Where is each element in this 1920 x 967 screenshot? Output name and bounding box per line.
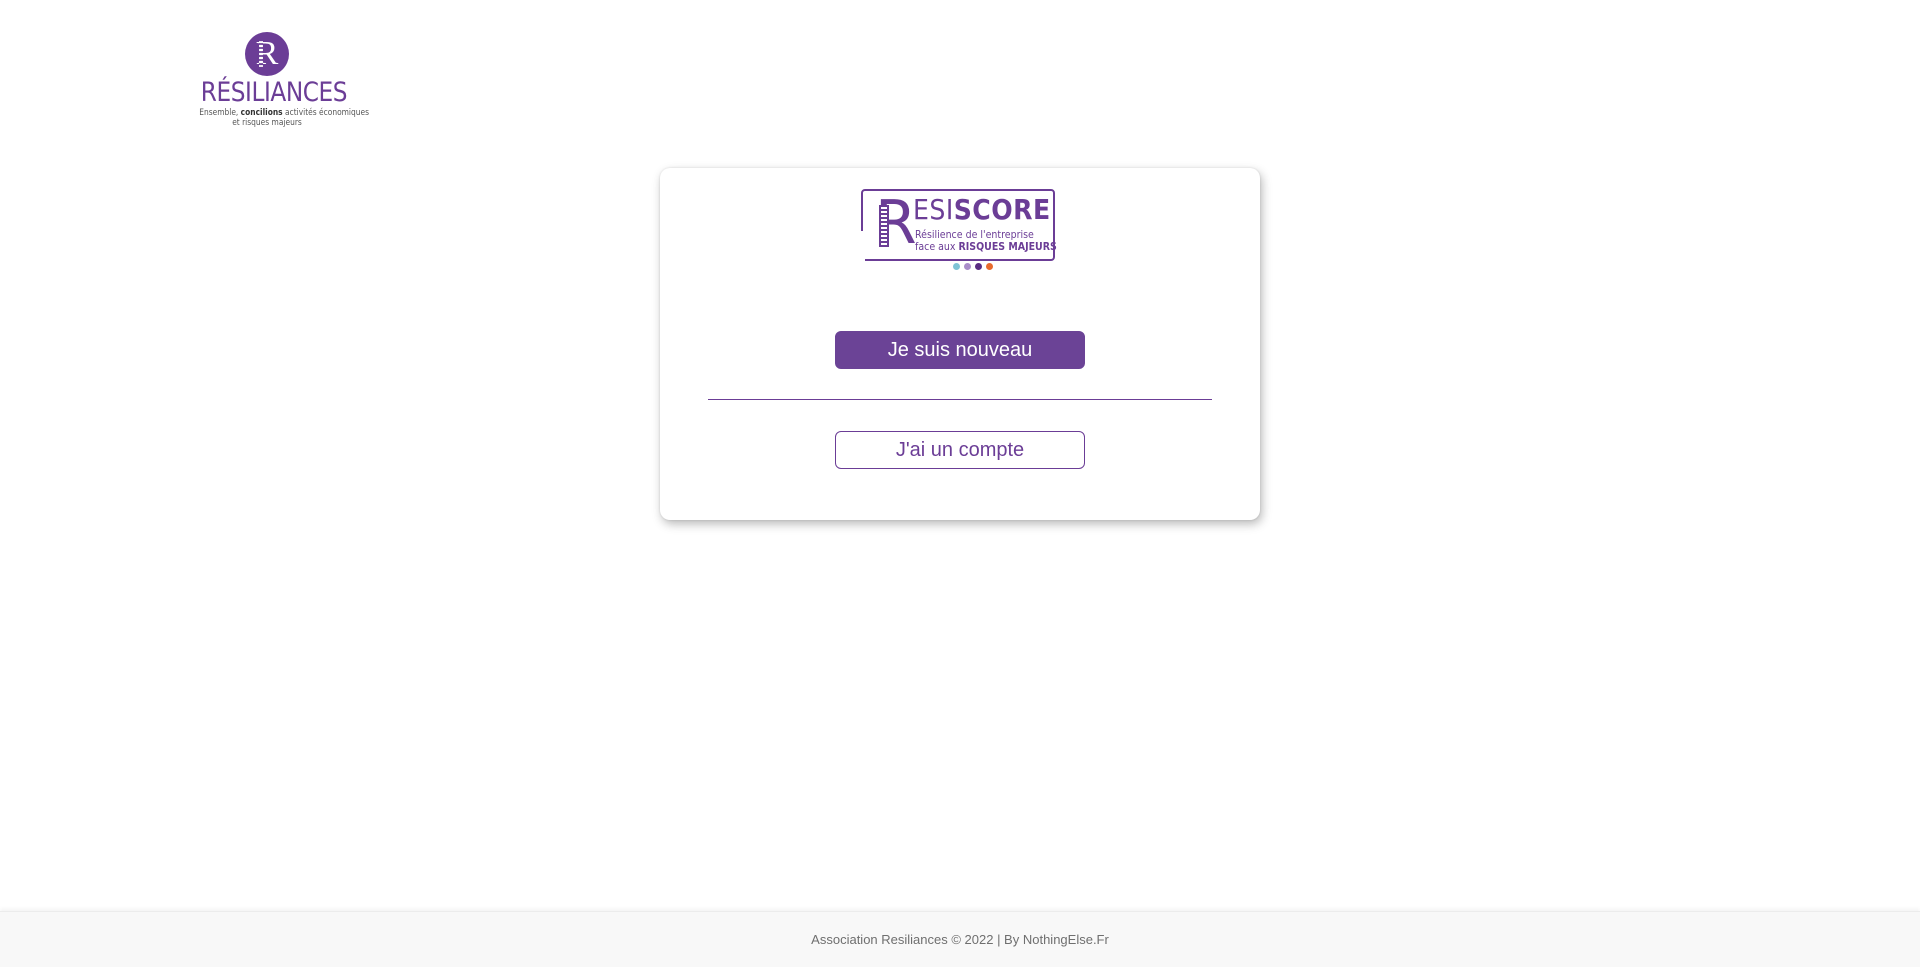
dot-icon xyxy=(953,263,960,270)
login-card: R ESISCORE Résilience de l'entreprise fa… xyxy=(660,168,1260,520)
dot-icon xyxy=(964,263,971,270)
resiliances-logo[interactable]: R RÉSILIANCES Ensemble, concilions activ… xyxy=(190,28,369,132)
resiscore-logo: R ESISCORE Résilience de l'entreprise fa… xyxy=(859,189,1061,271)
footer-text: Association Resiliances © 2022 | By Noth… xyxy=(811,932,1109,947)
resiscore-subtitle-line2: face aux RISQUES MAJEURS xyxy=(915,241,1057,253)
title-light: ESI xyxy=(913,193,954,226)
dot-icon xyxy=(986,263,993,270)
resiliances-wordmark: RÉSILIANCES xyxy=(200,77,348,108)
emblem-letter: R xyxy=(255,35,279,72)
resiliances-tagline: Ensemble, concilions activités économiqu… xyxy=(199,108,369,128)
subtitle-prefix: face aux xyxy=(915,241,959,253)
page: R RÉSILIANCES Ensemble, concilions activ… xyxy=(0,0,1920,967)
new-user-button[interactable]: Je suis nouveau xyxy=(835,331,1085,369)
divider xyxy=(708,399,1212,400)
tagline-part1: Ensemble, xyxy=(199,108,241,118)
resiscore-title: ESISCORE xyxy=(913,195,1051,225)
resiscore-dots xyxy=(953,263,993,270)
have-account-button[interactable]: J'ai un compte xyxy=(835,431,1085,469)
spring-icon xyxy=(879,205,889,247)
tagline-bold: concilions xyxy=(240,108,283,118)
footer: Association Resiliances © 2022 | By Noth… xyxy=(0,911,1920,967)
title-bold: SCORE xyxy=(953,193,1051,226)
resiscore-subtitle-line1: Résilience de l'entreprise xyxy=(915,229,1034,241)
frame-gap xyxy=(859,231,865,271)
dot-icon xyxy=(975,263,982,270)
subtitle-bold: RISQUES MAJEURS xyxy=(958,241,1057,253)
resiliances-r-emblem-icon: R xyxy=(245,32,289,76)
tagline-part2: activités économiques xyxy=(282,108,369,118)
tagline-line2: et risques majeurs xyxy=(232,118,302,128)
